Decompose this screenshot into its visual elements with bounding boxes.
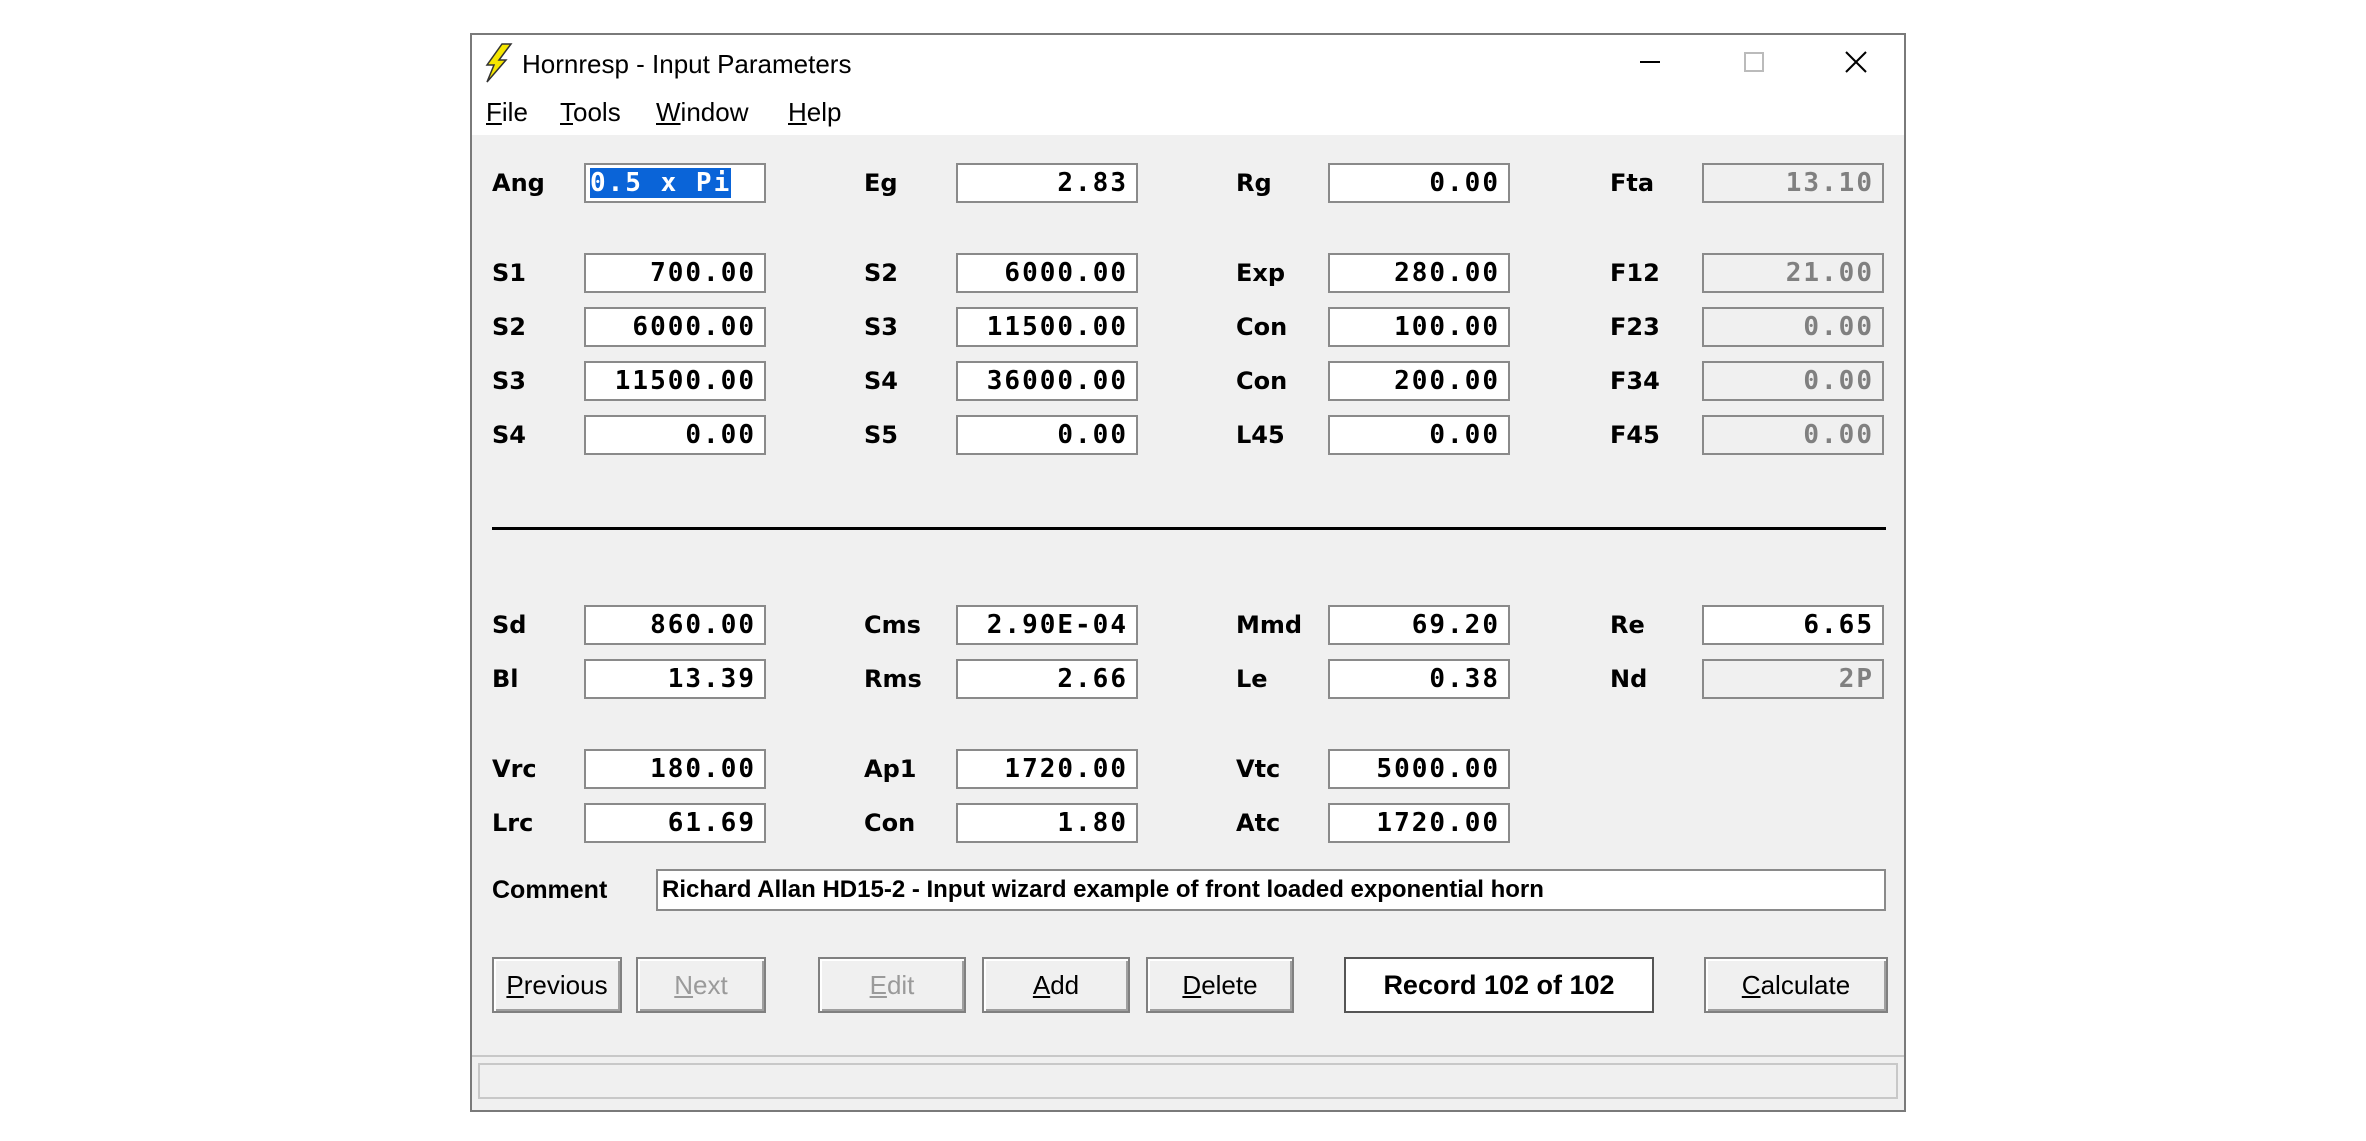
label-rms: Rms <box>864 665 922 693</box>
comment-field[interactable]: Richard Allan HD15-2 - Input wizard exam… <box>656 869 1886 911</box>
menu-bar: File Tools Window Help <box>472 89 1904 135</box>
window-title: Hornresp - Input Parameters <box>522 49 852 79</box>
label-vrc: Vrc <box>492 755 537 783</box>
main-window: Hornresp - Input Parameters File Tools W… <box>470 33 1906 1112</box>
ap1-field[interactable]: 1720.00 <box>956 749 1138 789</box>
vrc-field[interactable]: 180.00 <box>584 749 766 789</box>
label-bl: Bl <box>492 665 519 693</box>
atc-field[interactable]: 1720.00 <box>1328 803 1510 843</box>
close-button[interactable] <box>1804 35 1908 89</box>
previous-button[interactable]: Previous <box>492 957 622 1013</box>
rms-field[interactable]: 2.66 <box>956 659 1138 699</box>
delete-button[interactable]: Delete <box>1146 957 1294 1013</box>
nd-field[interactable]: 2P <box>1702 659 1884 699</box>
lightning-bolt-icon <box>485 43 513 83</box>
re-field[interactable]: 6.65 <box>1702 605 1884 645</box>
driver-form: Sd 860.00 Cms 2.90E-04 Mmd 69.20 Re 6.65… <box>472 135 1904 1055</box>
vtc-field[interactable]: 5000.00 <box>1328 749 1510 789</box>
label-vtc: Vtc <box>1236 755 1281 783</box>
label-lrc: Lrc <box>492 809 534 837</box>
con-3-field[interactable]: 1.80 <box>956 803 1138 843</box>
status-separator <box>472 1055 1904 1057</box>
title-bar[interactable]: Hornresp - Input Parameters <box>472 35 1904 89</box>
label-comment: Comment <box>492 876 608 904</box>
status-bar <box>478 1063 1898 1099</box>
edit-button[interactable]: Edit <box>818 957 966 1013</box>
label-le: Le <box>1236 665 1268 693</box>
lrc-field[interactable]: 61.69 <box>584 803 766 843</box>
menu-help[interactable]: Help <box>788 97 841 128</box>
label-re: Re <box>1610 611 1645 639</box>
cms-field[interactable]: 2.90E-04 <box>956 605 1138 645</box>
menu-window[interactable]: Window <box>656 97 748 128</box>
label-nd: Nd <box>1610 665 1648 693</box>
label-sd: Sd <box>492 611 527 639</box>
calculate-button[interactable]: Calculate <box>1704 957 1888 1013</box>
bl-field[interactable]: 13.39 <box>584 659 766 699</box>
menu-tools[interactable]: Tools <box>560 97 621 128</box>
label-atc: Atc <box>1236 809 1281 837</box>
menu-file[interactable]: File <box>486 97 528 128</box>
close-icon <box>1845 51 1867 73</box>
label-cms: Cms <box>864 611 921 639</box>
sd-field[interactable]: 860.00 <box>584 605 766 645</box>
maximize-icon <box>1744 52 1764 72</box>
label-ap1: Ap1 <box>864 755 917 783</box>
mmd-field[interactable]: 69.20 <box>1328 605 1510 645</box>
minimize-icon <box>1640 61 1660 63</box>
label-mmd: Mmd <box>1236 611 1303 639</box>
maximize-button[interactable] <box>1702 35 1806 89</box>
add-button[interactable]: Add <box>982 957 1130 1013</box>
le-field[interactable]: 0.38 <box>1328 659 1510 699</box>
next-button[interactable]: Next <box>636 957 766 1013</box>
record-indicator: Record 102 of 102 <box>1344 957 1654 1013</box>
minimize-button[interactable] <box>1598 35 1702 89</box>
label-con-3: Con <box>864 809 916 837</box>
